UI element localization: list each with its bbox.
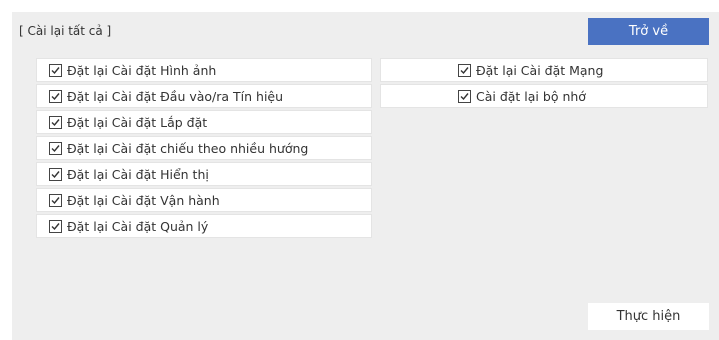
back-button[interactable]: Trở về [588, 18, 709, 45]
checkbox-checked-icon[interactable] [49, 141, 62, 155]
option-reset-memory[interactable]: Cài đặt lại bộ nhớ [380, 84, 708, 108]
option-reset-signal-io[interactable]: Đặt lại Cài đặt Đầu vào/ra Tín hiệu [36, 84, 372, 108]
checkbox-checked-icon[interactable] [49, 193, 62, 207]
option-reset-image[interactable]: Đặt lại Cài đặt Hình ảnh [36, 58, 372, 82]
option-label: Đặt lại Cài đặt chiếu theo nhiều hướng [67, 140, 309, 156]
option-reset-network[interactable]: Đặt lại Cài đặt Mạng [380, 58, 708, 82]
checkbox-checked-icon[interactable] [458, 89, 471, 103]
checkbox-checked-icon[interactable] [458, 63, 471, 77]
option-reset-management[interactable]: Đặt lại Cài đặt Quản lý [36, 214, 372, 238]
option-reset-operation[interactable]: Đặt lại Cài đặt Vận hành [36, 188, 372, 212]
checkbox-checked-icon[interactable] [49, 63, 62, 77]
option-label: Đặt lại Cài đặt Mạng [476, 62, 604, 78]
checkbox-checked-icon[interactable] [49, 167, 62, 181]
right-option-list: Đặt lại Cài đặt Mạng Cài đặt lại bộ nhớ [380, 58, 708, 110]
option-label: Đặt lại Cài đặt Vận hành [67, 192, 220, 208]
checkbox-checked-icon[interactable] [49, 115, 62, 129]
option-reset-installation[interactable]: Đặt lại Cài đặt Lắp đặt [36, 110, 372, 134]
option-label: Đặt lại Cài đặt Quản lý [67, 218, 209, 234]
option-reset-multi-projection[interactable]: Đặt lại Cài đặt chiếu theo nhiều hướng [36, 136, 372, 160]
page-title: [ Cài lại tất cả ] [19, 24, 112, 38]
option-label: Đặt lại Cài đặt Hiển thị [67, 166, 209, 182]
execute-button[interactable]: Thực hiện [588, 303, 709, 330]
checkbox-checked-icon[interactable] [49, 219, 62, 233]
option-label: Đặt lại Cài đặt Hình ảnh [67, 62, 217, 78]
option-label: Đặt lại Cài đặt Đầu vào/ra Tín hiệu [67, 88, 284, 104]
option-label: Cài đặt lại bộ nhớ [476, 88, 586, 104]
checkbox-checked-icon[interactable] [49, 89, 62, 103]
left-option-list: Đặt lại Cài đặt Hình ảnh Đặt lại Cài đặt… [36, 58, 372, 240]
option-reset-display[interactable]: Đặt lại Cài đặt Hiển thị [36, 162, 372, 186]
option-label: Đặt lại Cài đặt Lắp đặt [67, 114, 208, 130]
